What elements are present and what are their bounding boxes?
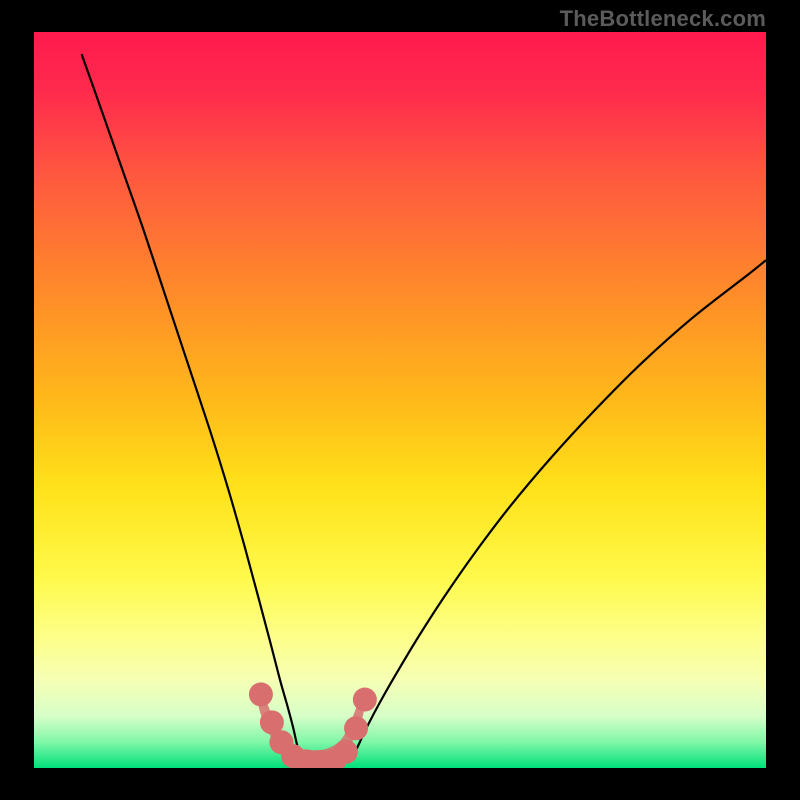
- chart-frame: [34, 32, 766, 768]
- marker-dot: [344, 716, 368, 740]
- heatmap-background: [34, 32, 766, 768]
- marker-dot: [353, 688, 377, 712]
- marker-dot: [334, 740, 358, 764]
- marker-dot: [249, 682, 273, 706]
- bottleneck-chart: [34, 32, 766, 768]
- watermark-text: TheBottleneck.com: [560, 6, 766, 32]
